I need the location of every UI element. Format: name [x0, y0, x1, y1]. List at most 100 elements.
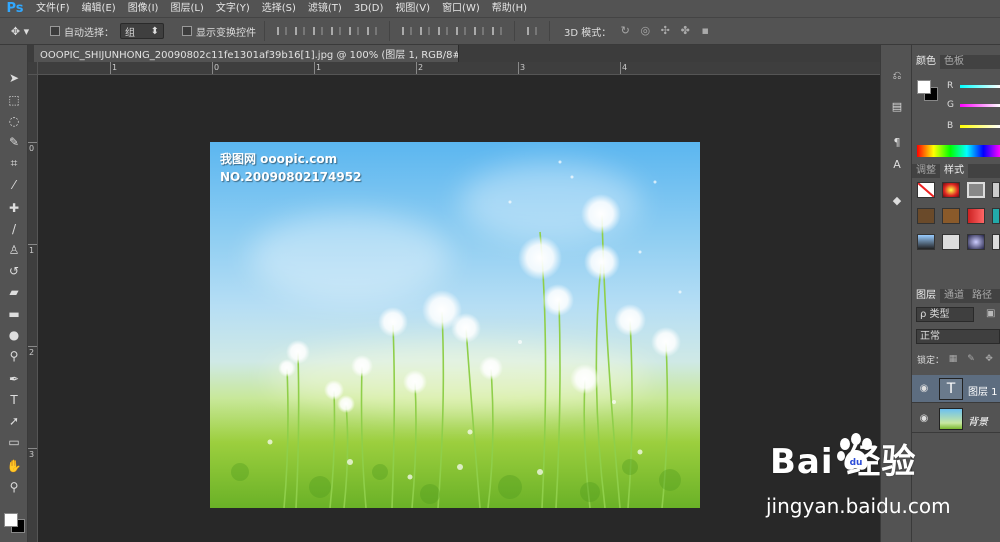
- distribute-vcenter-icon[interactable]: [417, 24, 433, 38]
- eyedropper-tool-icon[interactable]: ⁄: [4, 176, 24, 194]
- eraser-tool-icon[interactable]: ▰: [4, 283, 24, 301]
- tab-paths[interactable]: 路径: [968, 289, 996, 303]
- character-panel-icon[interactable]: A: [888, 155, 906, 173]
- clone-stamp-tool-icon[interactable]: ♙: [4, 241, 24, 259]
- 3d-rotate-icon[interactable]: ↻: [617, 23, 633, 39]
- menu-select[interactable]: 选择(S): [256, 0, 302, 17]
- blur-tool-icon[interactable]: ●: [4, 326, 24, 344]
- align-hcenter-icon[interactable]: [346, 24, 362, 38]
- align-bottom-icon[interactable]: [310, 24, 326, 38]
- gradient-tool-icon[interactable]: ▬: [4, 305, 24, 323]
- eye-icon[interactable]: ◉: [918, 383, 930, 395]
- tab-layers[interactable]: 图层: [912, 289, 940, 303]
- tab-channels[interactable]: 通道: [940, 289, 968, 303]
- path-select-tool-icon[interactable]: ➚: [4, 412, 24, 430]
- shape-tool-icon[interactable]: ▭: [4, 433, 24, 451]
- brush-tool-icon[interactable]: /: [4, 220, 24, 238]
- menu-3d[interactable]: 3D(D): [348, 0, 390, 17]
- quick-select-tool-icon[interactable]: ✎: [4, 133, 24, 151]
- history-panel-icon[interactable]: ⎌: [888, 67, 906, 85]
- color-foreground-swatch[interactable]: [917, 80, 931, 94]
- horizontal-ruler[interactable]: 1 0 1 2 3 4: [38, 62, 880, 75]
- green-slider[interactable]: [960, 104, 1000, 107]
- healing-brush-tool-icon[interactable]: ✚: [4, 199, 24, 217]
- hand-tool-icon[interactable]: ✋: [4, 457, 24, 475]
- style-swatch[interactable]: [942, 234, 960, 250]
- menu-filter[interactable]: 滤镜(T): [302, 0, 348, 17]
- style-swatch[interactable]: [942, 182, 960, 198]
- dodge-tool-icon[interactable]: ⚲: [4, 347, 24, 365]
- menu-layer[interactable]: 图层(L): [164, 0, 209, 17]
- auto-select-dropdown[interactable]: 组 ⬍: [120, 23, 164, 39]
- auto-align-icon[interactable]: [524, 24, 540, 38]
- align-right-icon[interactable]: [364, 24, 380, 38]
- menu-view[interactable]: 视图(V): [389, 0, 436, 17]
- menu-help[interactable]: 帮助(H): [486, 0, 533, 17]
- distribute-hcenter-icon[interactable]: [471, 24, 487, 38]
- 3d-panel-icon[interactable]: ◆: [888, 191, 906, 209]
- 3d-pan-icon[interactable]: ✣: [657, 23, 673, 39]
- menu-edit[interactable]: 编辑(E): [76, 0, 122, 17]
- align-top-icon[interactable]: [274, 24, 290, 38]
- style-swatch[interactable]: [942, 208, 960, 224]
- zoom-tool-icon[interactable]: ⚲: [4, 478, 24, 496]
- tab-swatches[interactable]: 色板: [940, 55, 968, 69]
- document-tab[interactable]: OOOPIC_SHIJUNHONG_20090802c11fe1301af39b…: [34, 45, 459, 62]
- 3d-slide-icon[interactable]: ✤: [677, 23, 693, 39]
- marquee-tool-icon[interactable]: ⬚: [4, 91, 24, 109]
- eye-icon[interactable]: ◉: [918, 413, 930, 425]
- style-swatch[interactable]: [967, 182, 985, 198]
- 3d-roll-icon[interactable]: ◎: [637, 23, 653, 39]
- tab-color[interactable]: 颜色: [912, 55, 940, 69]
- align-left-icon[interactable]: [328, 24, 344, 38]
- pen-tool-icon[interactable]: ✒: [4, 370, 24, 388]
- actions-panel-icon[interactable]: ▤: [888, 97, 906, 115]
- style-swatch[interactable]: [992, 182, 1000, 198]
- 3d-scale-icon[interactable]: ▪: [697, 23, 713, 39]
- canvas-workspace[interactable]: 我图网 ooopic.com NO.20090802174952: [38, 75, 880, 542]
- tab-adjustments[interactable]: 调整: [912, 164, 940, 178]
- show-transform-option[interactable]: 显示变换控件: [182, 24, 256, 39]
- blue-slider[interactable]: [960, 125, 1000, 128]
- align-vcenter-icon[interactable]: [292, 24, 308, 38]
- foreground-color-swatch[interactable]: [4, 513, 18, 527]
- menu-image[interactable]: 图像(I): [122, 0, 165, 17]
- style-swatch[interactable]: [967, 234, 985, 250]
- menu-file[interactable]: 文件(F): [30, 0, 76, 17]
- red-slider[interactable]: [960, 85, 1000, 88]
- document-canvas-image[interactable]: 我图网 ooopic.com NO.20090802174952: [210, 142, 700, 508]
- move-tool-preset-icon[interactable]: ✥ ▾: [0, 20, 40, 42]
- paragraph-panel-icon[interactable]: ¶: [888, 133, 906, 151]
- auto-select-option[interactable]: 自动选择：: [50, 24, 114, 39]
- style-swatch[interactable]: [967, 208, 985, 224]
- style-swatch[interactable]: [992, 208, 1000, 224]
- menu-window[interactable]: 窗口(W): [436, 0, 486, 17]
- tab-styles[interactable]: 样式: [940, 164, 968, 178]
- distribute-top-icon[interactable]: [399, 24, 415, 38]
- lock-transparent-icon[interactable]: ▦: [948, 354, 958, 364]
- history-brush-tool-icon[interactable]: ↺: [4, 262, 24, 280]
- distribute-right-icon[interactable]: [489, 24, 505, 38]
- style-swatch[interactable]: [917, 234, 935, 250]
- style-swatch[interactable]: [992, 234, 1000, 250]
- type-tool-icon[interactable]: T: [4, 391, 24, 409]
- layer-filter-type-dropdown[interactable]: ρ 类型: [916, 307, 974, 322]
- distribute-left-icon[interactable]: [453, 24, 469, 38]
- vertical-ruler[interactable]: 0 1 2 3: [28, 75, 38, 542]
- blend-mode-dropdown[interactable]: 正常: [916, 329, 1000, 344]
- menu-type[interactable]: 文字(Y): [210, 0, 256, 17]
- ruler-origin[interactable]: [28, 62, 38, 75]
- lasso-tool-icon[interactable]: ◌: [4, 112, 24, 130]
- lock-position-icon[interactable]: ✥: [984, 354, 994, 364]
- image-filter-icon[interactable]: ▣: [986, 308, 1000, 320]
- style-none-swatch[interactable]: [917, 182, 935, 198]
- distribute-bottom-icon[interactable]: [435, 24, 451, 38]
- move-tool-icon[interactable]: ➤: [4, 69, 24, 87]
- show-transform-checkbox[interactable]: [182, 26, 192, 36]
- lock-pixels-icon[interactable]: ✎: [966, 354, 976, 364]
- color-spectrum-bar[interactable]: [917, 145, 1000, 157]
- crop-tool-icon[interactable]: ⌗: [4, 154, 24, 172]
- style-swatch[interactable]: [917, 208, 935, 224]
- layer-row[interactable]: ◉ T 图层 1: [912, 375, 1000, 403]
- auto-select-checkbox[interactable]: [50, 26, 60, 36]
